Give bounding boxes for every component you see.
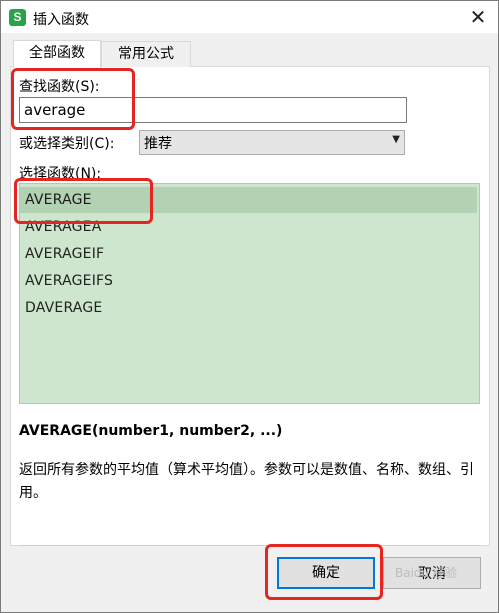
divider — [19, 545, 481, 546]
list-item[interactable]: AVERAGEIFS — [20, 268, 477, 294]
list-item[interactable]: DAVERAGE — [20, 295, 477, 321]
function-description: 返回所有参数的平均值（算术平均值）。参数可以是数值、名称、数组、引用。 — [19, 462, 474, 501]
dialog-title: 插入函数 — [33, 12, 89, 28]
tab-common-formulas[interactable]: 常用公式 — [101, 41, 191, 67]
search-label: 查找函数(S): — [19, 79, 100, 95]
function-list-label: 选择函数(N): — [19, 166, 102, 182]
watermark: Baidu 经验 — [395, 566, 457, 580]
ok-button[interactable]: 确定 — [277, 557, 375, 589]
list-item[interactable]: AVERAGEA — [20, 214, 477, 240]
insert-function-dialog: S 插入函数 ✕ 全部函数 常用公式 查找函数(S): average 或选择类… — [0, 0, 499, 613]
search-input[interactable]: average — [19, 97, 407, 123]
tab-all-functions[interactable]: 全部函数 — [13, 40, 101, 68]
title-bar: S 插入函数 ✕ — [1, 1, 498, 33]
category-label: 或选择类别(C): — [19, 136, 115, 152]
list-item[interactable]: AVERAGEIF — [20, 241, 477, 267]
category-selected-value: 推荐 — [144, 136, 172, 152]
list-item[interactable]: AVERAGE — [20, 187, 477, 213]
close-icon[interactable]: ✕ — [459, 1, 497, 33]
chevron-down-icon: ▼ — [392, 134, 400, 145]
function-list[interactable]: AVERAGE AVERAGEA AVERAGEIF AVERAGEIFS DA… — [19, 183, 480, 404]
function-signature: AVERAGE(number1, number2, ...) — [19, 423, 283, 439]
category-select[interactable]: 推荐 ▼ — [139, 130, 405, 155]
wps-app-icon: S — [9, 9, 26, 26]
